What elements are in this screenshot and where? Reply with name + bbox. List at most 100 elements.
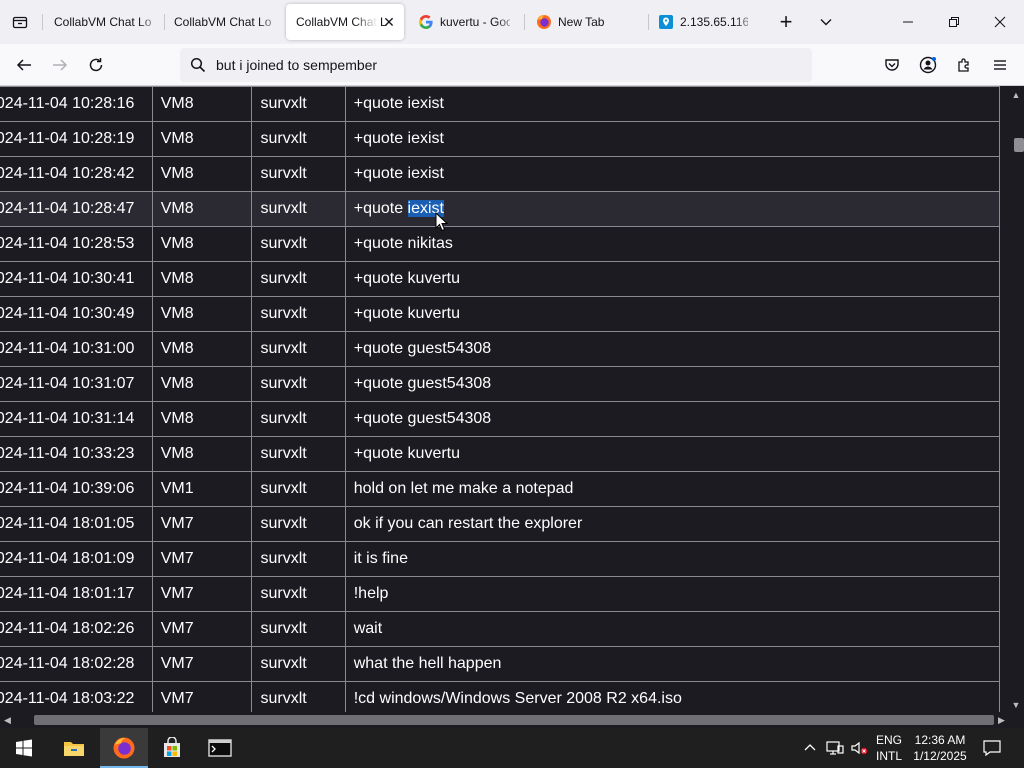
log-row: 2024-11-04 10:30:41 VM8 survxlt +quote kuve… bbox=[0, 261, 1001, 297]
log-time-cell: 2024-11-04 10:31:00 bbox=[0, 331, 153, 367]
puzzle-piece-icon bbox=[958, 58, 969, 72]
vertical-scrollbar[interactable]: ▲ ▼ bbox=[1008, 86, 1024, 712]
file-explorer-icon bbox=[64, 742, 84, 756]
extensions-button[interactable] bbox=[949, 50, 979, 80]
close-icon bbox=[994, 16, 1006, 28]
log-message-cell: +quote iexist bbox=[344, 121, 1001, 157]
tab-collabvm-chat-log-2[interactable]: CollabVM Chat Lo bbox=[164, 4, 282, 40]
chevron-down-icon bbox=[820, 19, 832, 26]
log-time-cell: 2024-11-04 10:31:14 bbox=[0, 401, 153, 437]
log-vm-cell: VM1 bbox=[151, 471, 253, 507]
log-row: 2024-11-04 10:39:06 VM1 survxlt hold on let… bbox=[0, 471, 1001, 507]
log-vm-cell: VM8 bbox=[151, 191, 253, 227]
log-row: 2024-11-04 10:31:14 VM8 survxlt +quote gues… bbox=[0, 401, 1001, 437]
log-user-cell: survxlt bbox=[251, 506, 346, 542]
show-hidden-icons-button[interactable] bbox=[800, 728, 820, 768]
log-vm-cell: VM8 bbox=[151, 261, 253, 297]
minimize-window-button[interactable] bbox=[894, 8, 922, 36]
log-message-cell: wait bbox=[344, 611, 1001, 647]
forward-button[interactable] bbox=[45, 50, 75, 80]
log-user-cell: survxlt bbox=[251, 86, 346, 122]
input-language-indicator[interactable]: ENG INTL bbox=[870, 732, 908, 764]
app-menu-button[interactable] bbox=[985, 50, 1015, 80]
account-button[interactable] bbox=[913, 50, 943, 80]
volume-tray-button[interactable] bbox=[848, 728, 870, 768]
log-row: 2024-11-04 18:01:17 VM7 survxlt !help bbox=[0, 576, 1001, 612]
browser-navigation-bar: but i joined to sempember bbox=[0, 44, 1024, 86]
tab-list-icon bbox=[12, 16, 28, 29]
log-vm-cell: VM8 bbox=[151, 436, 253, 472]
log-row: 2024-11-04 18:01:09 VM7 survxlt it is fine bbox=[0, 541, 1001, 577]
log-user-cell: survxlt bbox=[251, 226, 346, 262]
vertical-scroll-thumb[interactable] bbox=[1014, 138, 1024, 152]
close-window-button[interactable] bbox=[986, 8, 1014, 36]
windows-start-icon bbox=[16, 739, 32, 757]
list-all-tabs-button[interactable] bbox=[0, 0, 40, 44]
address-bar[interactable]: but i joined to sempember bbox=[180, 48, 812, 82]
log-row: 2024-11-04 10:28:19 VM8 survxlt +quote iexi… bbox=[0, 121, 1001, 157]
log-vm-cell: VM8 bbox=[151, 401, 253, 437]
close-tab-icon[interactable]: ✕ bbox=[380, 13, 398, 31]
clock-time: 12:36 AM bbox=[914, 733, 966, 747]
log-vm-cell: VM8 bbox=[151, 156, 253, 192]
taskbar-terminal[interactable] bbox=[196, 728, 244, 768]
chevron-up-icon bbox=[804, 744, 816, 751]
address-bar-text: but i joined to sempember bbox=[216, 57, 378, 73]
start-button[interactable] bbox=[0, 728, 48, 768]
log-user-cell: survxlt bbox=[251, 296, 346, 332]
scroll-right-icon[interactable]: ▶ bbox=[998, 715, 1005, 726]
log-time-cell: 2024-11-04 10:39:06 bbox=[0, 471, 153, 507]
tab-collabvm-chat-log-active[interactable]: CollabVM Chat L ✕ bbox=[286, 4, 404, 40]
list-tabs-dropdown-button[interactable] bbox=[812, 8, 840, 36]
action-center-button[interactable] bbox=[980, 728, 1004, 768]
scroll-up-icon[interactable]: ▲ bbox=[1011, 90, 1021, 100]
chat-log-table: 2024-11-04 10:28:16 VM8 survxlt +quote iexi… bbox=[0, 86, 1001, 717]
horizontal-scroll-thumb[interactable] bbox=[34, 715, 994, 725]
new-tab-button[interactable]: + bbox=[772, 8, 800, 36]
log-row: 2024-11-04 18:02:26 VM7 survxlt wait bbox=[0, 611, 1001, 647]
account-icon bbox=[919, 56, 937, 74]
taskbar-clock[interactable]: 12:36 AM 1/12/2025 bbox=[908, 732, 972, 764]
back-button[interactable] bbox=[9, 50, 39, 80]
taskbar-firefox[interactable] bbox=[100, 728, 148, 768]
log-time-cell: 2024-11-04 10:28:19 bbox=[0, 121, 153, 157]
hamburger-menu-icon bbox=[994, 60, 1006, 70]
log-message-text: +quote bbox=[353, 200, 408, 217]
scroll-down-icon[interactable]: ▼ bbox=[1011, 700, 1021, 710]
log-user-cell: survxlt bbox=[251, 436, 346, 472]
log-time-cell: 2024-11-04 10:30:49 bbox=[0, 296, 153, 332]
taskbar-file-explorer[interactable] bbox=[50, 728, 98, 768]
tab-separator bbox=[524, 14, 525, 30]
arrow-right-icon bbox=[53, 59, 68, 71]
log-message-cell: +quote guest54308 bbox=[344, 401, 1001, 437]
log-time-cell: 2024-11-04 18:02:28 bbox=[0, 646, 153, 682]
log-row: 2024-11-04 18:01:05 VM7 survxlt ok if you c… bbox=[0, 506, 1001, 542]
arrow-left-icon bbox=[16, 59, 31, 71]
log-row: 2024-11-04 10:28:53 VM8 survxlt +quote niki… bbox=[0, 226, 1001, 262]
network-tray-button[interactable] bbox=[824, 728, 846, 768]
horizontal-scrollbar[interactable]: ◀ ▶ bbox=[0, 712, 1024, 728]
scroll-left-icon[interactable]: ◀ bbox=[4, 715, 11, 726]
reload-button[interactable] bbox=[81, 50, 111, 80]
log-time-cell: 2024-11-04 18:02:26 bbox=[0, 611, 153, 647]
maximize-window-button[interactable] bbox=[940, 8, 968, 36]
firefox-icon bbox=[113, 737, 135, 759]
log-vm-cell: VM8 bbox=[151, 331, 253, 367]
firefox-icon bbox=[537, 15, 551, 29]
tab-kuvertu-google[interactable]: kuvertu - Goog bbox=[408, 4, 520, 40]
desktop-screen: CollabVM Chat Lo CollabVM Chat Lo Collab… bbox=[0, 0, 1024, 768]
log-vm-cell: VM7 bbox=[151, 541, 253, 577]
log-message-cell: it is fine bbox=[344, 541, 1001, 577]
taskbar-microsoft-store[interactable] bbox=[148, 728, 196, 768]
pocket-button[interactable] bbox=[877, 50, 907, 80]
tab-collabvm-chat-log-1[interactable]: CollabVM Chat Lo bbox=[44, 4, 162, 40]
log-time-cell: 2024-11-04 10:28:47 bbox=[0, 191, 153, 227]
page-content: 2024-11-04 10:28:16 VM8 survxlt +quote iexi… bbox=[0, 86, 1024, 728]
keyboard-layout: INTL bbox=[875, 749, 902, 763]
tab-ip-lookup[interactable]: 2.135.65.116 IP bbox=[648, 4, 758, 40]
log-message-cell: +quote iexist bbox=[344, 86, 1001, 122]
log-row: 2024-11-04 18:02:28 VM7 survxlt what the he… bbox=[0, 646, 1001, 682]
tab-label: CollabVM Chat Lo bbox=[174, 15, 272, 29]
tab-new-tab[interactable]: New Tab bbox=[526, 4, 646, 40]
log-time-cell: 2024-11-04 10:33:23 bbox=[0, 436, 153, 472]
